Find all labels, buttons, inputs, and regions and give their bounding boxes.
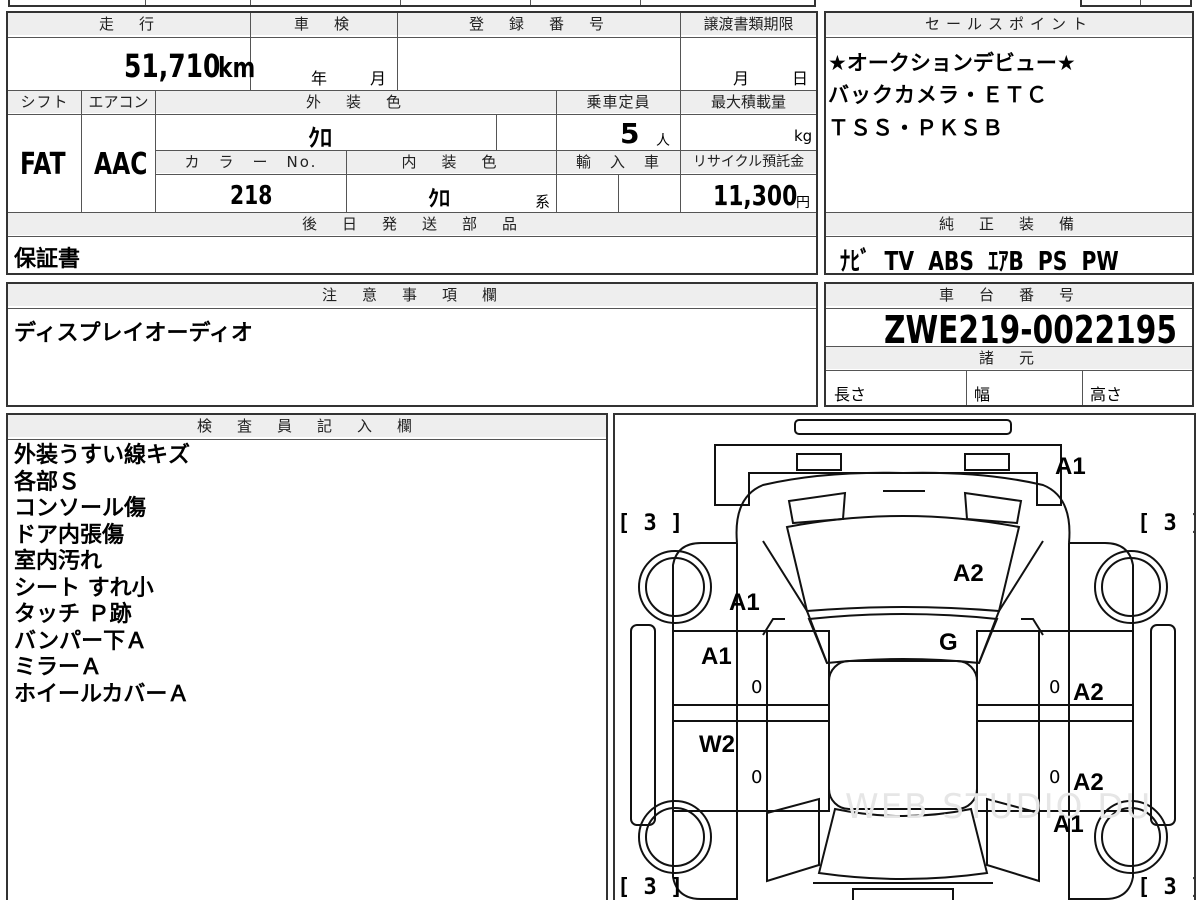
max-load-unit: kg xyxy=(794,127,813,145)
dim-width: 幅 xyxy=(974,385,991,404)
deadline-month-unit: 月 xyxy=(733,69,750,88)
inspector-note: 各部Ｓ xyxy=(14,469,81,495)
tire-rear-right-grade: [ 3 ] xyxy=(1137,875,1194,900)
inspector-note: 外装うすい線キズ xyxy=(14,443,191,468)
inspector-panel: 検 査 員 記 入 欄 外装うすい線キズ 各部Ｓ コンソール傷 ドア内張傷 室内… xyxy=(6,413,608,900)
right-front-door-grade: A2 xyxy=(1073,679,1104,706)
shaken-month-unit: 月 xyxy=(370,69,387,88)
left-front-glass-grade: 0 xyxy=(751,677,763,698)
caution-value: ディスプレイオーディオ xyxy=(14,321,253,346)
caution-panel: 注 意 事 項 欄 ディスプレイオーディオ xyxy=(6,282,818,407)
mileage-value: 51,710 xyxy=(124,47,221,85)
inspector-note: タッチ Ｐ跡 xyxy=(14,602,132,627)
dimensions-label: 諸 元 xyxy=(826,347,1192,369)
front-bumper-grade: A1 xyxy=(1055,453,1086,480)
recycle-label: リサイクル預託金 xyxy=(681,151,816,173)
right-quarter-grade: A1 xyxy=(1053,811,1084,838)
shift-label: シフト xyxy=(8,91,81,113)
sales-point-1: ★オークションデビュー★ xyxy=(828,51,1076,75)
inspector-notes: 外装うすい線キズ 各部Ｓ コンソール傷 ドア内張傷 室内汚れ シート すれ小 タ… xyxy=(14,443,190,708)
inspector-note: バンパー下Ａ xyxy=(14,628,148,654)
interior-color-value: ｸﾛ xyxy=(428,187,451,212)
aircon-value: AAC xyxy=(94,147,148,182)
capacity-unit: 人 xyxy=(656,133,670,149)
tire-rear-left-grade: [ 3 ] xyxy=(617,875,684,900)
dim-height: 高さ xyxy=(1090,385,1123,404)
inspector-note: コンソール傷 xyxy=(14,496,147,521)
inspector-note: ドア内張傷 xyxy=(14,522,125,548)
chassis-label: 車 台 番 号 xyxy=(826,284,1192,306)
capacity-label: 乗車定員 xyxy=(557,91,680,113)
damage-diagram-panel: WEB STUDIO DU [ 3 ] [ 3 ] [ 3 ] [ 3 ] A1… xyxy=(613,413,1196,900)
shaken-label: 車 検 xyxy=(251,13,397,35)
chassis-number: ZWE219-0022195 xyxy=(884,308,1177,352)
capacity-value: 5 xyxy=(620,117,640,150)
watermark: WEB STUDIO DU xyxy=(845,787,1153,827)
exterior-color-label: 外 装 色 xyxy=(156,91,556,113)
recycle-unit: 円 xyxy=(796,195,810,211)
spec-table: 走 行 車 検 登 録 番 号 譲渡書類期限 51,710 km 年 月 月 日… xyxy=(6,11,818,275)
transfer-deadline-label: 譲渡書類期限 xyxy=(681,13,816,35)
mileage-label: 走 行 xyxy=(8,13,250,35)
shift-value: FAT xyxy=(20,147,66,182)
standard-equipment-value: ﾅﾋﾞ TV ABS ｴｱB PS PW xyxy=(840,247,1119,275)
sales-points-panel: セールスポイント ★オークションデビュー★ バックカメラ・ＥＴＣ ＴＳＳ・ＰＫＳ… xyxy=(824,11,1194,275)
right-rear-glass-grade: 0 xyxy=(1049,767,1061,788)
inspector-label: 検 査 員 記 入 欄 xyxy=(8,415,606,437)
aircon-label: エアコン xyxy=(82,91,155,113)
chassis-panel: 車 台 番 号 ZWE219-0022195 諸 元 長さ 幅 高さ xyxy=(824,282,1194,407)
import-label: 輸 入 車 xyxy=(557,151,680,173)
inspector-note: ミラーＡ xyxy=(14,655,103,680)
mileage-unit: km xyxy=(218,51,256,84)
deadline-day-unit: 日 xyxy=(792,69,809,88)
sales-point-3: ＴＳＳ・ＰＫＳＢ xyxy=(828,116,1004,140)
later-parts-value: 保証書 xyxy=(14,247,81,272)
left-fender-grade: A1 xyxy=(729,589,760,616)
left-rear-glass-grade: 0 xyxy=(751,767,763,788)
color-no-label: カ ラ ー No. xyxy=(156,151,346,173)
sales-point-2: バックカメラ・ＥＴＣ xyxy=(828,83,1048,107)
max-load-label: 最大積載量 xyxy=(681,91,816,113)
standard-equipment-label: 純 正 装 備 xyxy=(826,213,1192,235)
interior-color-label: 内 装 色 xyxy=(347,151,556,173)
recycle-value: 11,300 xyxy=(713,179,798,212)
exterior-color-value: ｸﾛ xyxy=(308,124,332,152)
inspector-note: 室内汚れ xyxy=(14,549,103,574)
left-rear-door-grade: W2 xyxy=(699,731,735,758)
hood-grade: A2 xyxy=(953,560,984,587)
top-strip-right xyxy=(1080,0,1192,7)
caution-label: 注 意 事 項 欄 xyxy=(8,284,816,306)
inspector-note: ホイールカバーＡ xyxy=(14,681,190,707)
later-parts-label: 後 日 発 送 部 品 xyxy=(8,213,816,235)
right-front-glass-grade: 0 xyxy=(1049,677,1061,698)
dim-length: 長さ xyxy=(834,385,867,404)
left-front-door-grade: A1 xyxy=(701,643,732,670)
registration-label: 登 録 番 号 xyxy=(398,13,680,35)
shaken-year-unit: 年 xyxy=(311,69,328,88)
right-rear-door-grade: A2 xyxy=(1073,769,1104,796)
top-strip xyxy=(8,0,816,7)
inspector-note: シート すれ小 xyxy=(14,575,154,601)
windshield-grade: G xyxy=(939,629,958,656)
color-no-value: 218 xyxy=(230,181,273,211)
tire-front-left-grade: [ 3 ] xyxy=(617,511,684,536)
sales-points-label: セールスポイント xyxy=(826,13,1192,35)
interior-suffix: 系 xyxy=(535,193,551,211)
tire-front-right-grade: [ 3 ] xyxy=(1137,511,1194,536)
